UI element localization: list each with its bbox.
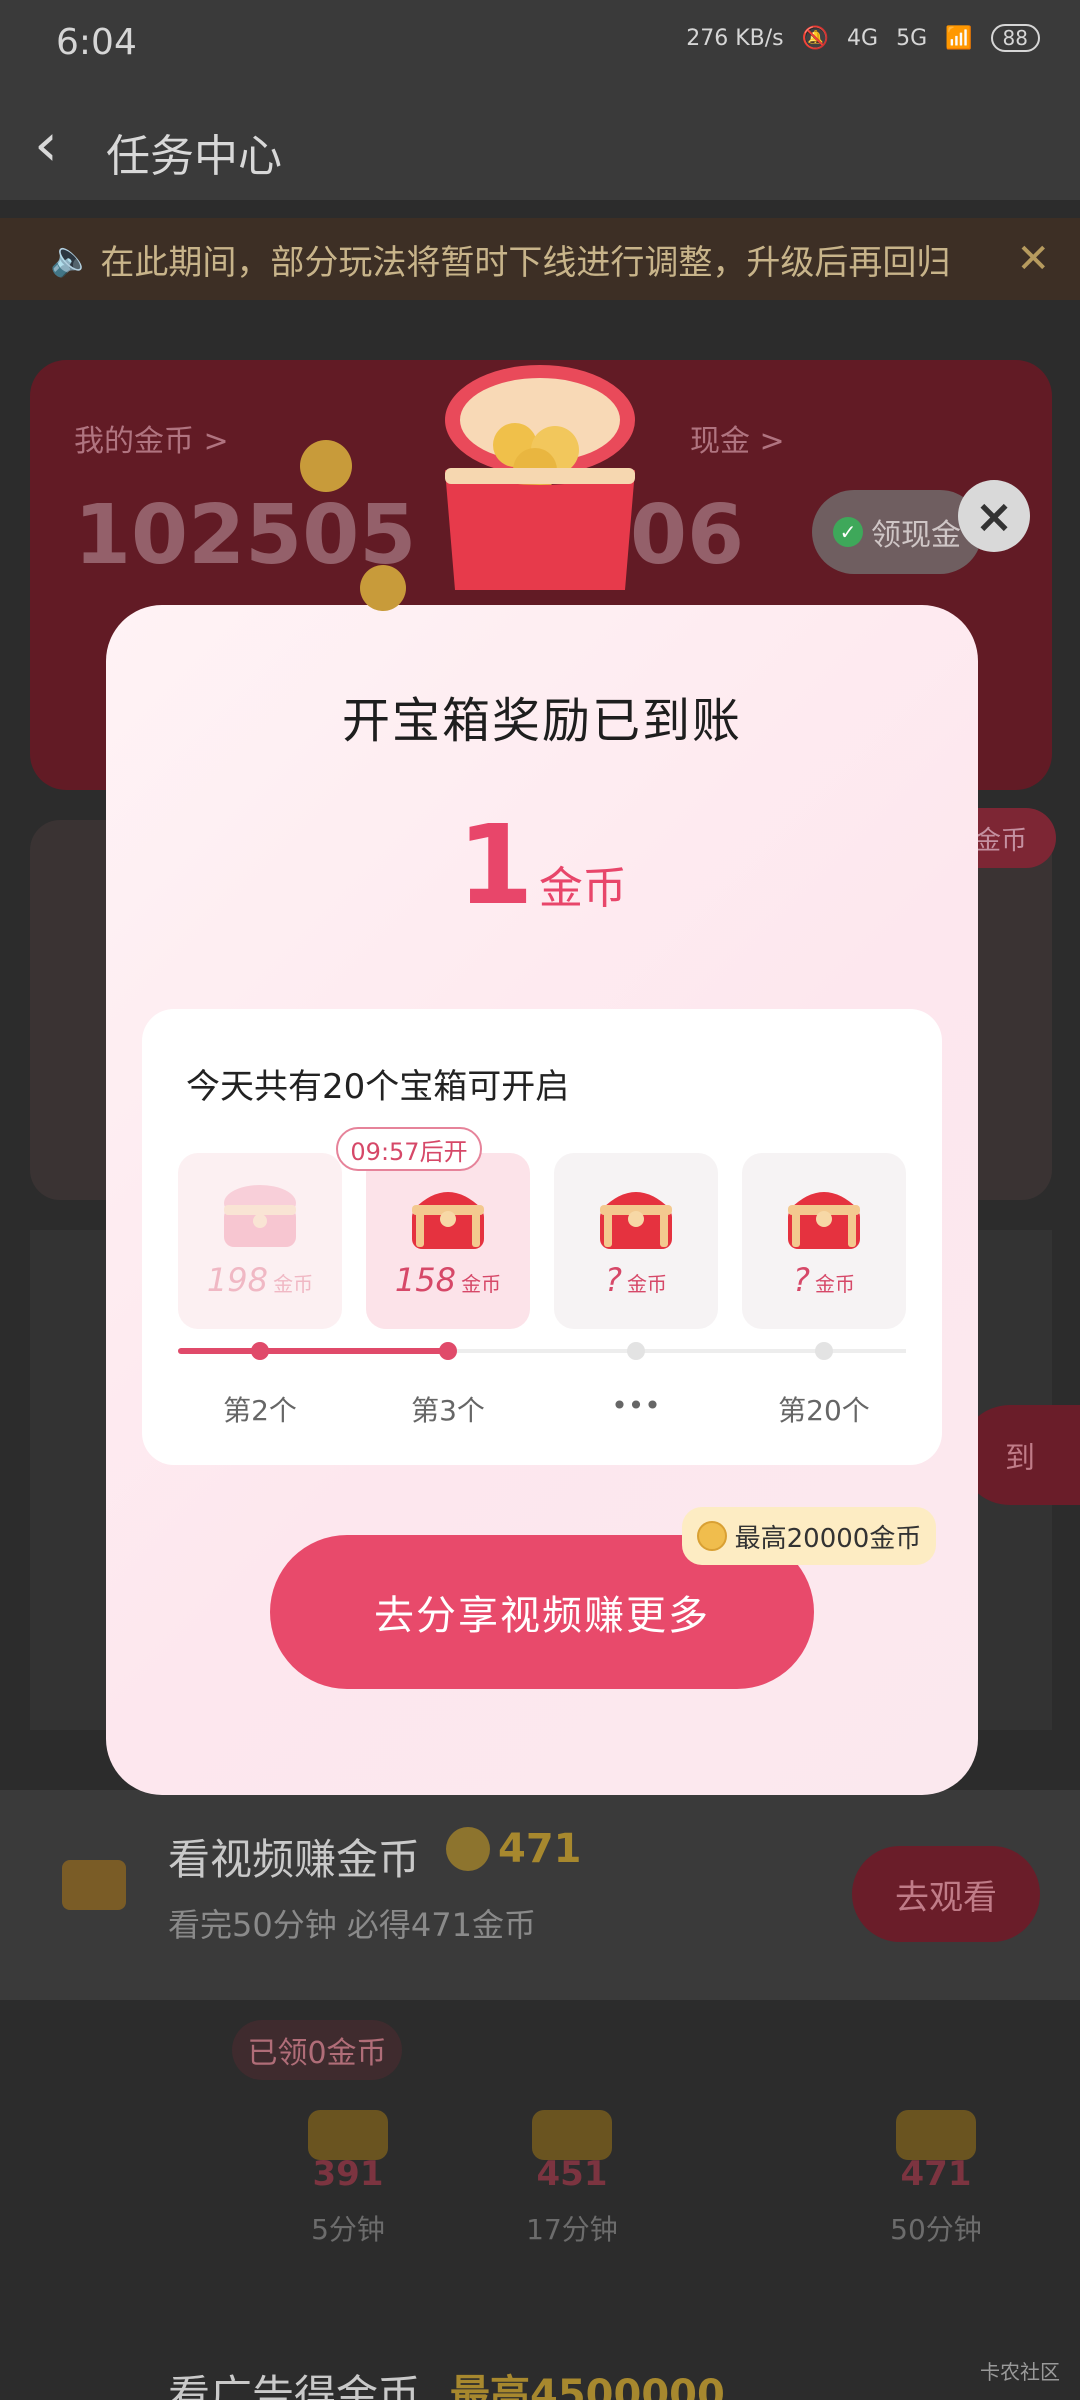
- treasure-box-amount: 158 金币: [366, 1261, 530, 1299]
- reward-amount: 1 金币: [106, 801, 978, 929]
- treasure-box-panel: 今天共有20个宝箱可开启 198 金币 158 金币 ? 金币 ? 金币 09:…: [142, 1009, 942, 1465]
- check-icon: ✓: [833, 517, 863, 547]
- treasure-chest-icon: [224, 1185, 296, 1247]
- progress-dot: [439, 1342, 457, 1360]
- modal-title: 开宝箱奖励已到账: [341, 693, 742, 749]
- chevron-left-icon[interactable]: ‹: [34, 110, 58, 180]
- wifi-icon: 📶: [945, 25, 973, 51]
- treasure-box-list: 198 金币 158 金币 ? 金币 ? 金币: [178, 1153, 906, 1329]
- progress-label: 第2个: [223, 1394, 297, 1427]
- chest-icon: [896, 2110, 976, 2160]
- page-title: 任务中心: [106, 131, 282, 182]
- treasure-box-amount-value: 198: [206, 1261, 268, 1299]
- progress-dot: [251, 1342, 269, 1360]
- ad-task-title: 看广告得金币: [168, 2371, 421, 2400]
- coin-value: 102505: [74, 488, 417, 583]
- milestone-item: 471 50分钟: [876, 2110, 996, 2248]
- treasure-chest-icon: [788, 1192, 860, 1249]
- withdraw-cash-button[interactable]: ✓ 领现金: [812, 490, 982, 574]
- treasure-box-amount: 198 金币: [178, 1261, 342, 1299]
- treasure-box-amount-unit: 金币: [627, 1272, 668, 1296]
- status-time: 6:04: [56, 22, 137, 63]
- status-bar: 6:04 276 KB/s 🔕 4G 5G 📶 88: [0, 0, 1080, 90]
- net-speed: 276 KB/s: [686, 25, 784, 51]
- notice-bar: 🔈 在此期间，部分玩法将暂时下线进行调整，升级后再回归 ✕: [0, 218, 1080, 300]
- withdraw-cash-label: 领现金: [871, 518, 961, 553]
- chest-icon: [532, 2110, 612, 2160]
- milestone-duration: 17分钟: [526, 2213, 618, 2246]
- coin-label[interactable]: 我的金币 >: [74, 416, 229, 460]
- reward-modal: 开宝箱奖励已到账 1 金币 今天共有20个宝箱可开启 198 金币 158 金币…: [106, 605, 978, 1795]
- reward-unit: 金币: [538, 863, 627, 914]
- progress-label: 第3个: [411, 1394, 485, 1427]
- treasure-box-amount-value: ?: [604, 1261, 622, 1299]
- coin-icon: [446, 1827, 490, 1871]
- open-treasure-chest-icon: [445, 365, 635, 590]
- milestone-amount: 451: [536, 2154, 608, 2194]
- ad-task-coin: 最高4500000: [450, 2372, 725, 2400]
- video-task-subtitle: 看完50分钟 必得471金币: [168, 1906, 536, 1944]
- signal-4g: 4G: [847, 25, 879, 51]
- battery-indicator: 88: [990, 24, 1040, 52]
- treasure-box-tile[interactable]: ? 金币: [554, 1153, 718, 1329]
- flying-coin-icon: [360, 565, 406, 611]
- status-icons: 276 KB/s 🔕 4G 5G 📶 88: [686, 24, 1040, 52]
- video-task-coin-value: 471: [498, 1826, 582, 1872]
- treasure-box-tile[interactable]: ? 金币: [742, 1153, 906, 1329]
- treasure-box-amount: ? 金币: [554, 1261, 718, 1299]
- video-task-coin: 471: [446, 1826, 582, 1872]
- treasure-chest-icon: [600, 1192, 672, 1249]
- max-reward-text: 最高20000金币: [734, 1523, 922, 1554]
- progress-label: •••: [611, 1389, 661, 1422]
- flying-coin-icon: [300, 440, 352, 492]
- claimed-badge: 已领0金币: [232, 2020, 402, 2080]
- video-camera-icon: [62, 1860, 126, 1910]
- progress-fill: [178, 1348, 448, 1354]
- signal-5g: 5G: [896, 25, 928, 51]
- treasure-box-amount-unit: 金币: [461, 1272, 502, 1296]
- max-reward-badge: 最高20000金币: [682, 1507, 936, 1565]
- close-icon[interactable]: ×: [958, 480, 1030, 552]
- panel-title: 今天共有20个宝箱可开启: [186, 1067, 570, 1107]
- milestone-duration: 50分钟: [890, 2213, 982, 2246]
- watch-video-button[interactable]: 去观看: [852, 1846, 1040, 1942]
- reward-number: 1: [457, 801, 534, 929]
- close-icon[interactable]: ✕: [1016, 236, 1050, 282]
- treasure-box-amount-value: ?: [792, 1261, 810, 1299]
- treasure-box-tile[interactable]: 198 金币: [178, 1153, 342, 1329]
- top-nav: ‹ 任务中心: [0, 90, 1080, 200]
- treasure-box-tile[interactable]: 158 金币: [366, 1153, 530, 1329]
- video-task-title: 看视频赚金币: [168, 1835, 421, 1884]
- progress-dot: [627, 1342, 645, 1360]
- chest-icon: [308, 2110, 388, 2160]
- cash-label[interactable]: 现金 >: [690, 416, 785, 460]
- notice-text: 在此期间，部分玩法将暂时下线进行调整，升级后再回归: [100, 242, 951, 283]
- treasure-box-amount-value: 158: [394, 1261, 456, 1299]
- progress-label: 第20个: [778, 1394, 870, 1427]
- milestone-amount: 471: [900, 2154, 972, 2194]
- watermark: 卡农社区: [980, 2360, 1060, 2384]
- milestone-duration: 5分钟: [311, 2213, 385, 2246]
- milestone-item: 451 17分钟: [512, 2110, 632, 2248]
- milestone-item: 391 5分钟: [288, 2110, 408, 2248]
- treasure-box-amount-unit: 金币: [815, 1272, 856, 1296]
- mute-icon: 🔕: [801, 25, 830, 51]
- background-checkin-button: 到: [960, 1405, 1080, 1505]
- treasure-box-amount: ? 金币: [742, 1261, 906, 1299]
- coin-icon: [696, 1521, 727, 1551]
- progress-dot: [815, 1342, 833, 1360]
- video-task: 看视频赚金币 471 看完50分钟 必得471金币 去观看: [0, 1790, 1080, 2000]
- progress-bar: [178, 1342, 906, 1360]
- speaker-icon: 🔈: [50, 239, 93, 279]
- treasure-box-amount-unit: 金币: [273, 1272, 314, 1296]
- countdown-timer: 09:57后开: [336, 1127, 482, 1171]
- treasure-chest-icon: [412, 1192, 484, 1249]
- milestone-amount: 391: [312, 2154, 384, 2194]
